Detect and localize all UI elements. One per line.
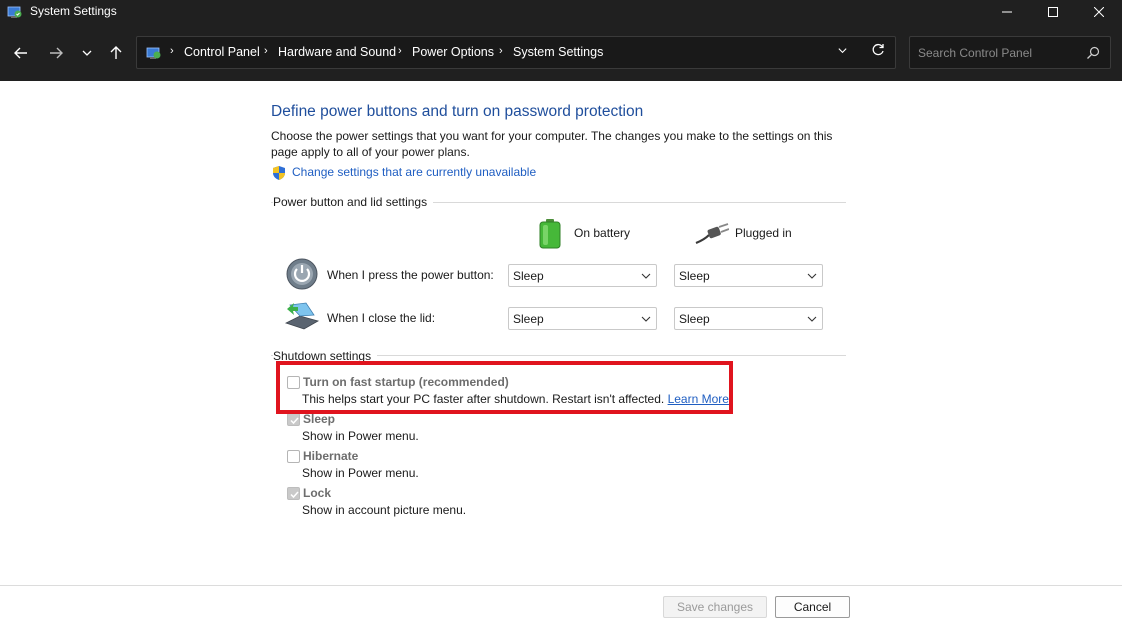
power-group-label: Power button and lid settings [273, 195, 434, 209]
chevron-down-icon [641, 316, 651, 322]
control-panel-icon [146, 47, 161, 59]
close-lid-on-battery-select[interactable]: Sleep [508, 307, 657, 330]
hibernate-checkbox[interactable] [287, 450, 300, 463]
page-title: Define power buttons and turn on passwor… [271, 103, 644, 120]
window-title: System Settings [30, 4, 117, 18]
select-value: Sleep [513, 312, 544, 326]
chevron-down-icon [641, 273, 651, 279]
checkmark-icon [290, 417, 299, 425]
plug-icon [695, 223, 729, 245]
footer-divider [0, 585, 1122, 586]
chevron-down-icon [807, 273, 817, 279]
minimize-button[interactable] [984, 0, 1030, 24]
chevron-down-icon [838, 48, 847, 54]
sleep-description: Show in Power menu. [302, 429, 419, 443]
close-lid-row-label: When I close the lid: [327, 311, 436, 325]
arrow-left-icon [14, 47, 27, 59]
chevron-down-icon [82, 50, 92, 56]
refresh-icon [872, 43, 884, 56]
back-button[interactable] [9, 41, 33, 65]
refresh-button[interactable] [871, 43, 885, 60]
lock-title: Lock [303, 486, 332, 500]
navigation-bar: › Control Panel › Hardware and Sound › P… [0, 24, 1122, 81]
breadcrumb-separator: › [398, 45, 402, 57]
hibernate-title: Hibernate [303, 449, 359, 463]
column-header-plugged-in: Plugged in [735, 226, 792, 240]
save-changes-button[interactable]: Save changes [663, 596, 767, 618]
sleep-title: Sleep [303, 412, 336, 426]
lock-description: Show in account picture menu. [302, 503, 467, 517]
breadcrumb-separator: › [170, 45, 174, 57]
forward-button[interactable] [44, 41, 68, 65]
close-icon [1094, 7, 1104, 17]
control-panel-app-icon [7, 6, 22, 18]
hibernate-description: Show in Power menu. [302, 466, 419, 480]
maximize-icon [1048, 7, 1058, 17]
page-description: Choose the power settings that you want … [271, 129, 833, 159]
fast-startup-highlight-box [276, 361, 733, 414]
breadcrumb-separator: › [264, 45, 268, 57]
search-icon [1087, 46, 1100, 59]
select-value: Sleep [679, 312, 710, 326]
battery-icon [539, 219, 561, 249]
maximize-button[interactable] [1030, 0, 1076, 24]
up-button[interactable] [104, 41, 128, 65]
search-input[interactable] [918, 44, 1078, 62]
power-button-icon [286, 258, 318, 290]
breadcrumb-control-panel[interactable]: Control Panel [184, 45, 260, 59]
minimize-icon [1002, 11, 1012, 13]
title-bar: System Settings [0, 0, 1122, 24]
laptop-lid-icon [284, 302, 320, 330]
cancel-button[interactable]: Cancel [775, 596, 850, 618]
checkmark-icon [290, 491, 299, 499]
recent-locations-button[interactable] [75, 41, 99, 65]
select-value: Sleep [679, 269, 710, 283]
address-dropdown-button[interactable] [837, 45, 848, 59]
select-value: Sleep [513, 269, 544, 283]
chevron-down-icon [807, 316, 817, 322]
power-button-on-battery-select[interactable]: Sleep [508, 264, 657, 287]
column-header-on-battery: On battery [574, 226, 631, 240]
close-lid-plugged-in-select[interactable]: Sleep [674, 307, 823, 330]
breadcrumb-separator: › [499, 45, 503, 57]
breadcrumb-hardware-and-sound[interactable]: Hardware and Sound [278, 45, 396, 59]
arrow-right-icon [50, 47, 63, 59]
breadcrumb-system-settings[interactable]: System Settings [513, 45, 603, 59]
sleep-checkbox[interactable] [287, 413, 300, 426]
breadcrumb-power-options[interactable]: Power Options [412, 45, 494, 59]
power-button-row-label: When I press the power button: [327, 268, 494, 282]
uac-shield-icon [273, 166, 285, 180]
change-settings-link[interactable]: Change settings that are currently unava… [292, 165, 536, 179]
address-bar[interactable]: › Control Panel › Hardware and Sound › P… [136, 36, 896, 69]
close-button[interactable] [1076, 0, 1122, 24]
power-button-plugged-in-select[interactable]: Sleep [674, 264, 823, 287]
main-content: Define power buttons and turn on passwor… [0, 81, 1122, 585]
arrow-up-icon [110, 46, 122, 59]
search-box[interactable] [909, 36, 1111, 69]
lock-checkbox[interactable] [287, 487, 300, 500]
